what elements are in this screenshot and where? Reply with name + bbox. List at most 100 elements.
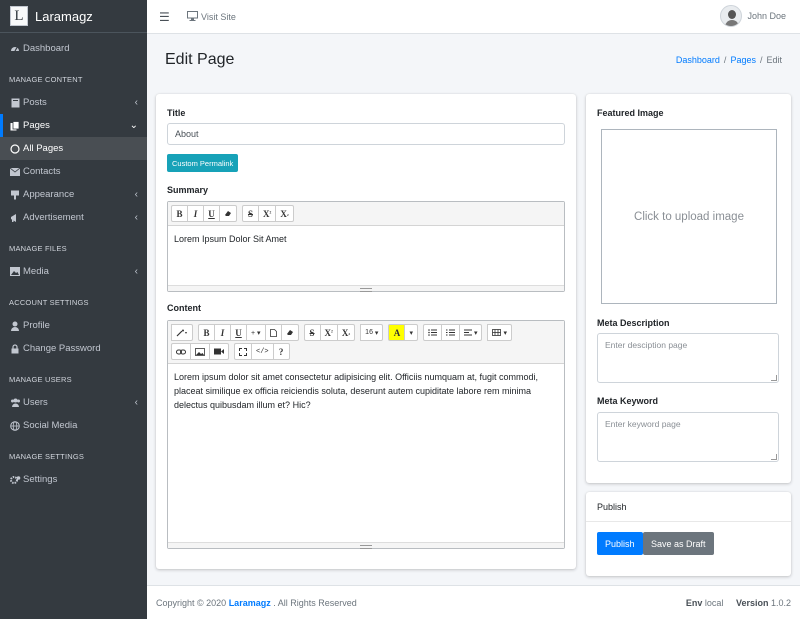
env-value: local xyxy=(704,597,724,608)
sidebar-item-social-media[interactable]: Social Media xyxy=(0,414,147,437)
meta-card: Featured Image Click to upload image Met… xyxy=(586,94,791,483)
cogs-icon xyxy=(9,475,21,485)
footer-brand-link[interactable]: Laramagz xyxy=(229,598,271,608)
meta-keyword-input[interactable]: Enter keyword page xyxy=(597,412,779,462)
brand-logo: L xyxy=(10,6,28,26)
fullscreen-icon[interactable] xyxy=(234,343,252,360)
save-draft-button[interactable]: Save as Draft xyxy=(643,532,714,555)
sidebar-item-appearance[interactable]: Appearance ‹ xyxy=(0,183,147,206)
sidebar-item-media[interactable]: Media ‹ xyxy=(0,260,147,283)
bold-button[interactable]: B xyxy=(198,324,215,341)
underline-button[interactable]: U xyxy=(203,205,220,222)
sidebar-item-label: Advertisement xyxy=(23,212,84,223)
sidebar-item-posts[interactable]: Posts ‹ xyxy=(0,91,147,114)
page-title: Edit Page xyxy=(165,51,235,68)
avatar xyxy=(720,5,743,27)
unordered-list-icon[interactable] xyxy=(422,324,442,341)
content-editor-body[interactable]: Lorem ipsum dolor sit amet consectetur a… xyxy=(168,364,564,418)
help-icon[interactable]: ? xyxy=(272,343,290,360)
align-dropdown[interactable]: ▾ xyxy=(458,324,483,341)
breadcrumb-pages[interactable]: Pages xyxy=(730,55,756,65)
sidebar-item-all-pages[interactable]: All Pages xyxy=(0,137,147,160)
strikethrough-button[interactable]: S xyxy=(242,205,259,222)
sidebar-item-label: Social Media xyxy=(23,420,78,431)
table-dropdown[interactable]: ▾ xyxy=(487,324,512,341)
summary-label: Summary xyxy=(167,185,209,195)
brand-name: Laramagz xyxy=(35,8,93,24)
sidebar-item-profile[interactable]: Profile xyxy=(0,314,147,337)
breadcrumb-dashboard[interactable]: Dashboard xyxy=(676,55,720,65)
magic-icon[interactable] xyxy=(171,324,193,341)
menu-icon[interactable]: ☰ xyxy=(159,10,173,24)
globe-icon xyxy=(9,420,21,431)
resize-grip-icon[interactable] xyxy=(771,454,777,460)
env-label: Env xyxy=(685,597,703,608)
underline-button[interactable]: U xyxy=(230,324,247,341)
resize-grip-icon[interactable] xyxy=(771,375,777,381)
text-color-button[interactable]: A xyxy=(388,324,406,341)
title-input[interactable]: About xyxy=(167,123,565,145)
font-dropdown[interactable]: + ▾ xyxy=(246,324,266,341)
font-size-dropdown[interactable]: 16 ▾ xyxy=(360,324,384,341)
sidebar-item-contacts[interactable]: Contacts xyxy=(0,160,147,183)
ordered-list-icon[interactable] xyxy=(440,324,460,341)
users-icon xyxy=(9,398,21,407)
sidebar-item-label: Contacts xyxy=(23,166,61,177)
sidebar-item-change-password[interactable]: Change Password xyxy=(0,337,147,360)
resize-handle[interactable] xyxy=(168,542,564,549)
color-dropdown-icon[interactable]: ▾ xyxy=(404,324,418,341)
summary-toolbar: B I U S X² X₂ xyxy=(168,202,564,226)
circle-icon xyxy=(9,143,21,154)
content-toolbar: B I U + ▾ S X² X₂ 16 ▾ A ▾ ▾ ▾ </> ? xyxy=(168,321,564,364)
sidebar-item-users[interactable]: Users ‹ xyxy=(0,391,147,414)
meta-description-label: Meta Description xyxy=(597,318,670,328)
summary-editor-body[interactable]: Lorem Ipsum Dolor Sit Amet xyxy=(168,226,564,252)
custom-permalink-button[interactable]: Custom Permalink xyxy=(167,154,239,172)
publish-button[interactable]: Publish xyxy=(597,532,643,555)
nav-header-manage-users: MANAGE USERS xyxy=(9,375,72,384)
featured-image-label: Featured Image xyxy=(597,108,664,118)
superscript-button[interactable]: X² xyxy=(319,324,338,341)
sidebar-item-pages[interactable]: Pages ⌄ xyxy=(0,114,147,137)
publish-card: Publish Publish Save as Draft xyxy=(586,492,791,576)
sidebar-item-label: Pages xyxy=(23,120,50,131)
sidebar-item-dashboard[interactable]: Dashboard xyxy=(0,37,147,60)
summary-editor: B I U S X² X₂ Lorem Ipsum Dolor Sit Amet xyxy=(167,201,565,292)
strikethrough-button[interactable]: S xyxy=(303,324,321,341)
visit-site-label: Visit Site xyxy=(201,11,236,22)
sidebar-item-label: Profile xyxy=(23,320,50,331)
superscript-button[interactable]: X² xyxy=(258,205,277,222)
eraser-icon[interactable] xyxy=(219,205,237,222)
eraser-icon[interactable] xyxy=(280,324,299,341)
code-view-icon[interactable]: </> xyxy=(251,343,274,360)
chevron-left-icon: ‹ xyxy=(134,97,138,108)
sidebar-item-label: Appearance xyxy=(23,189,75,200)
visit-site-link[interactable]: Visit Site xyxy=(187,10,236,23)
brand-link[interactable]: L Laramagz xyxy=(0,0,147,33)
user-menu[interactable]: John Doe xyxy=(720,5,786,27)
subscript-button[interactable]: X₂ xyxy=(275,205,294,222)
subscript-button[interactable]: X₂ xyxy=(336,324,356,341)
nav-header-manage-settings: MANAGE SETTINGS xyxy=(9,452,85,461)
italic-button[interactable]: I xyxy=(187,205,204,222)
book-icon xyxy=(9,98,21,108)
link-icon[interactable] xyxy=(171,343,191,360)
sidebar-item-settings[interactable]: Settings xyxy=(0,468,147,491)
image-icon[interactable] xyxy=(190,343,210,360)
sidebar-item-advertisement[interactable]: Advertisement ‹ xyxy=(0,206,147,229)
sidebar-item-label: Change Password xyxy=(23,343,101,354)
video-icon[interactable] xyxy=(209,343,229,360)
tachometer-icon xyxy=(9,44,21,54)
chevron-down-icon: ⌄ xyxy=(129,120,138,131)
nav-header-account-settings: ACCOUNT SETTINGS xyxy=(9,298,89,307)
env-version: Env local Version 1.0.2 xyxy=(686,598,791,608)
featured-image-upload[interactable]: Click to upload image xyxy=(601,129,777,304)
bold-button[interactable]: B xyxy=(171,205,188,222)
italic-button[interactable]: I xyxy=(214,324,231,341)
meta-description-input[interactable]: Enter desciption page xyxy=(597,333,779,383)
document-icon[interactable] xyxy=(264,324,282,341)
lock-icon xyxy=(9,343,21,354)
resize-handle[interactable] xyxy=(168,285,564,292)
desktop-icon xyxy=(187,10,198,23)
chevron-left-icon: ‹ xyxy=(134,397,138,408)
